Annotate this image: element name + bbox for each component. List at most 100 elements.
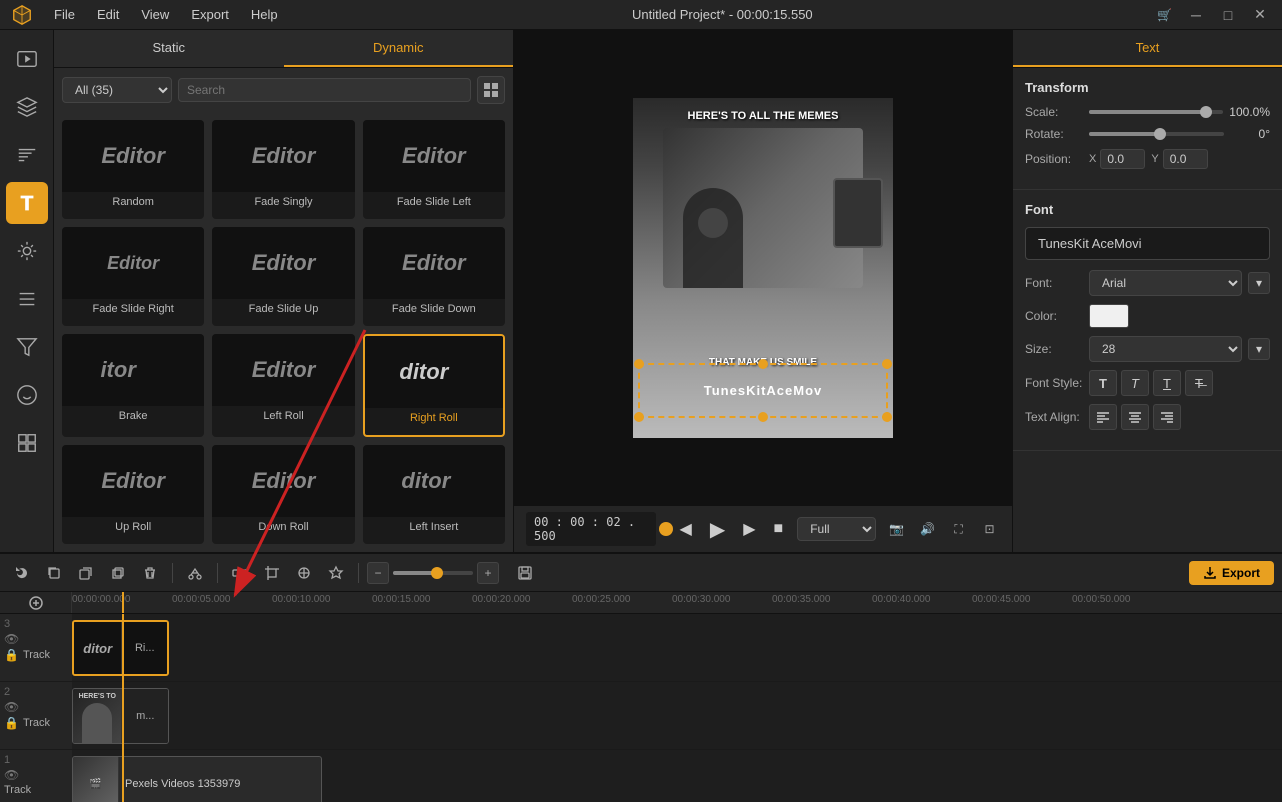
zoom-out-button[interactable]: − — [367, 562, 389, 584]
effect-fade-singly[interactable]: Editor Fade Singly — [212, 120, 354, 219]
play-button[interactable]: ▶ — [706, 515, 729, 544]
rotate-label: Rotate: — [1025, 127, 1083, 141]
sidebar-item-templates[interactable] — [6, 422, 48, 464]
effect-right-roll[interactable]: ditor Right Roll — [363, 334, 505, 437]
divider-1 — [172, 563, 173, 583]
export-button[interactable]: Export — [1189, 561, 1274, 585]
fullscreen-icon[interactable]: ⛶ — [948, 517, 969, 541]
sidebar-item-text[interactable] — [6, 182, 48, 224]
effect-down-roll[interactable]: Editor Down Roll — [212, 445, 354, 544]
timeline-area: − + Export 00:00:00.000 00:00:05.000 00:… — [0, 552, 1282, 802]
menu-edit[interactable]: Edit — [87, 4, 129, 25]
font-style-buttons: T T T T̶ — [1089, 370, 1213, 396]
divider-2 — [217, 563, 218, 583]
effect-fade-slide-left[interactable]: Editor Fade Slide Left — [363, 120, 505, 219]
track-2-lock[interactable]: 🔒 — [4, 716, 19, 730]
rotate-slider[interactable] — [1089, 132, 1224, 136]
delete-button[interactable] — [136, 559, 164, 587]
tab-static[interactable]: Static — [54, 30, 284, 67]
maximize-button[interactable]: □ — [1214, 4, 1242, 26]
sidebar-item-filters[interactable] — [6, 326, 48, 368]
audio-icon[interactable]: 🔊 — [917, 517, 938, 541]
tab-text[interactable]: Text — [1013, 30, 1282, 67]
filter-select[interactable]: All (35)BasicTypewriterBounceFade — [62, 77, 172, 103]
marker-button[interactable] — [322, 559, 350, 587]
timeline-tracks: 3 👁 🔒 Track 2 👁 🔒 — [0, 614, 1282, 802]
size-dropdown-icon[interactable]: ▾ — [1248, 338, 1270, 360]
cut-button[interactable] — [181, 559, 209, 587]
time-display: 00 : 00 : 02 . 500 — [526, 512, 656, 546]
sidebar-item-effects[interactable] — [6, 230, 48, 272]
text-clip-3[interactable]: ditor Ri... — [72, 620, 169, 676]
video-clip-2[interactable]: HERE'S TO m... — [72, 688, 169, 744]
screenshot-icon[interactable]: 📷 — [886, 517, 907, 541]
x-input[interactable] — [1100, 149, 1145, 169]
font-preview: TunesKit AceMovi — [1025, 227, 1270, 260]
prev-frame-button[interactable]: ◀ — [676, 517, 696, 541]
align-left-button[interactable] — [1089, 404, 1117, 430]
track-3-visibility[interactable]: 👁 — [4, 632, 19, 646]
effect-left-roll[interactable]: Editor Left Roll — [212, 334, 354, 437]
track-3-lock[interactable]: 🔒 — [4, 648, 19, 662]
search-input[interactable] — [178, 78, 471, 102]
copy-button[interactable] — [40, 559, 68, 587]
y-input[interactable] — [1163, 149, 1208, 169]
underline-button[interactable]: T — [1153, 370, 1181, 396]
font-style-label: Font Style: — [1025, 376, 1083, 390]
effect-fade-slide-right[interactable]: Editor Fade Slide Right — [62, 227, 204, 326]
menu-help[interactable]: Help — [241, 4, 288, 25]
strikethrough-button[interactable]: T̶ — [1185, 370, 1213, 396]
paste-button[interactable] — [72, 559, 100, 587]
size-select[interactable]: 8101214161820242832364872 — [1089, 336, 1242, 362]
pip-icon[interactable]: ⊡ — [979, 517, 1000, 541]
cart-icon[interactable]: 🛒 — [1157, 8, 1172, 22]
effect-left-insert[interactable]: ditor Left Insert — [363, 445, 505, 544]
save-snapshot-button[interactable] — [511, 559, 539, 587]
sidebar-item-media[interactable] — [6, 38, 48, 80]
menu-export[interactable]: Export — [181, 4, 239, 25]
duplicate-button[interactable] — [104, 559, 132, 587]
effect-up-roll[interactable]: Editor Up Roll — [62, 445, 204, 544]
scale-label: Scale: — [1025, 105, 1083, 119]
zoom-slider[interactable] — [393, 571, 473, 575]
playback-controls: 00 : 00 : 02 . 500 ◀ ▶ ▶ ■ FullHalfQuart… — [514, 505, 1012, 552]
italic-button[interactable]: T — [1121, 370, 1149, 396]
color-swatch[interactable] — [1089, 304, 1129, 328]
tab-dynamic[interactable]: Dynamic — [284, 30, 514, 67]
font-dropdown-icon[interactable]: ▾ — [1248, 272, 1270, 294]
track-2-row: HERE'S TO m... — [72, 682, 1282, 750]
grid-view-button[interactable] — [477, 76, 505, 104]
crop-button[interactable] — [258, 559, 286, 587]
close-button[interactable]: ✕ — [1246, 4, 1274, 26]
align-center-button[interactable] — [1121, 404, 1149, 430]
y-label: Y — [1151, 153, 1158, 165]
align-right-button[interactable] — [1153, 404, 1181, 430]
track-1-visibility[interactable]: 👁 — [4, 768, 19, 782]
menu-view[interactable]: View — [131, 4, 179, 25]
bold-button[interactable]: T — [1089, 370, 1117, 396]
sidebar-item-audio[interactable] — [6, 134, 48, 176]
split-button[interactable] — [226, 559, 254, 587]
track-2-visibility[interactable]: 👁 — [4, 700, 19, 714]
menu-file[interactable]: File — [44, 4, 85, 25]
stop-button[interactable]: ■ — [770, 518, 788, 540]
next-frame-button[interactable]: ▶ — [739, 517, 759, 541]
sidebar-item-stickers[interactable] — [6, 374, 48, 416]
scale-row: Scale: 100.0% — [1025, 105, 1270, 119]
font-select[interactable]: ArialTimes New RomanCourier New — [1089, 270, 1242, 296]
effects-grid: Editor Random Editor Fade Singly Editor … — [54, 112, 513, 552]
effect-random[interactable]: Editor Random — [62, 120, 204, 219]
add-track-button[interactable] — [0, 592, 72, 614]
zoom-in-button[interactable]: + — [477, 562, 499, 584]
color-grading-button[interactable] — [290, 559, 318, 587]
minimize-button[interactable]: ─ — [1182, 4, 1210, 26]
quality-select[interactable]: FullHalfQuarter — [797, 517, 876, 541]
scale-slider[interactable] — [1089, 110, 1223, 114]
effect-fade-slide-up[interactable]: Editor Fade Slide Up — [212, 227, 354, 326]
undo-button[interactable] — [8, 559, 36, 587]
effect-brake[interactable]: itor Brake — [62, 334, 204, 437]
sidebar-item-transitions[interactable] — [6, 278, 48, 320]
effect-fade-slide-down[interactable]: Editor Fade Slide Down — [363, 227, 505, 326]
main-clip-1[interactable]: 🎬 Pexels Videos 1353979 — [72, 756, 322, 802]
sidebar-item-layers[interactable] — [6, 86, 48, 128]
